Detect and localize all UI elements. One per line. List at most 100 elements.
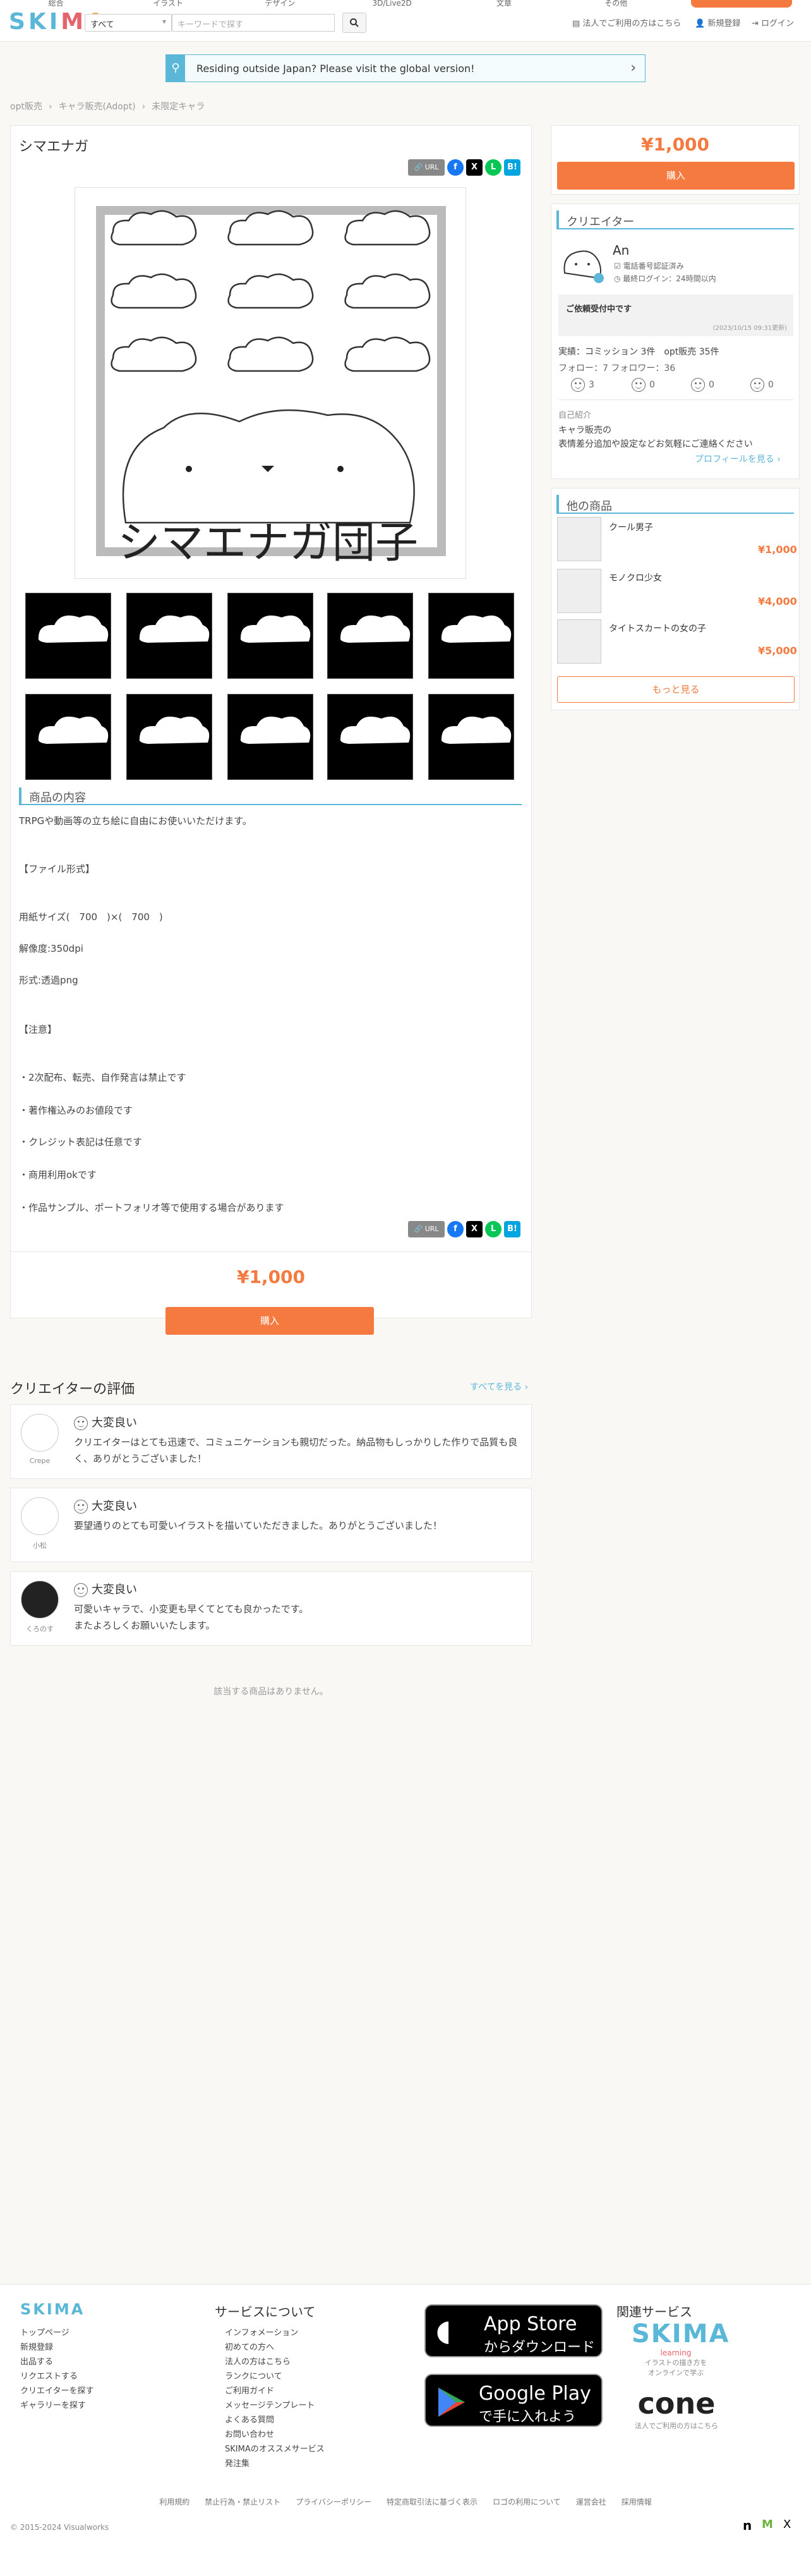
footer-link[interactable]: お問い合わせ <box>225 2427 325 2442</box>
facebook-icon[interactable]: f <box>447 159 464 176</box>
product-thumbnail[interactable] <box>557 619 601 664</box>
description-line: ・作品サンプル、ポートフォリオ等で使用する場合があります <box>19 1202 284 1213</box>
review-comment: 可愛いキャラで、小変更も早くてとても良かったです。 またよろしくお願いいたします… <box>74 1603 309 1631</box>
footer-link[interactable]: インフォメーション <box>225 2326 325 2340</box>
category-select[interactable]: すべて ▾ <box>85 14 172 32</box>
cone-link[interactable]: cone 法人でご利用の方はこちら <box>629 2386 724 2431</box>
footer-link[interactable]: ランクについて <box>225 2369 325 2384</box>
see-all-reviews-link[interactable]: すべてを見る › <box>470 1380 528 1393</box>
description-line: 解像度:350dpi <box>19 943 83 954</box>
request-status-box: ご依頼受付中です (2023/10/15 09:31更新) <box>558 295 793 336</box>
breadcrumb-item[interactable]: キャラ販売(Adopt) <box>59 102 136 112</box>
corporate-link[interactable]: ▤ 法人でご利用の方はこちら <box>572 16 681 28</box>
line-icon[interactable]: L <box>485 159 502 176</box>
app-store-badge[interactable]: ◖ App Store からダウンロード <box>424 2304 603 2357</box>
footer-link[interactable]: 法人の方はこちら <box>225 2355 325 2369</box>
footer-link[interactable]: 出品する <box>20 2355 93 2369</box>
register-link[interactable]: 👤 新規登録 <box>695 16 740 28</box>
product-thumbnail[interactable] <box>557 517 601 561</box>
product-name[interactable]: モノクロ少女 <box>609 571 662 584</box>
footer-link[interactable]: 初めての方へ <box>225 2340 325 2355</box>
footer-link[interactable]: メッセージテンプレート <box>225 2398 325 2413</box>
product-thumbnail[interactable] <box>227 694 313 780</box>
product-main-image[interactable]: シマエナガ団子 <box>75 187 466 579</box>
hatena-bookmark-icon[interactable]: B! <box>504 159 520 176</box>
nav-item[interactable]: イラスト <box>112 0 224 8</box>
post-button[interactable] <box>691 0 792 8</box>
buy-button[interactable]: 購入 <box>557 162 795 190</box>
product-price: ¥1,000 <box>758 544 797 556</box>
product-thumbnail[interactable] <box>327 593 413 679</box>
nav-item[interactable]: その他 <box>560 0 672 8</box>
footer-link[interactable]: プライバシーポリシー <box>296 2496 371 2507</box>
footer-link[interactable]: トップページ <box>20 2326 93 2340</box>
description-line: 【注意】 <box>19 1024 57 1035</box>
nav-item[interactable]: 総合 <box>0 0 112 8</box>
skima-learning-link[interactable]: SKIMA learning イラストの描き方を オンラインで学ぶ <box>632 2319 728 2378</box>
footer-link[interactable]: ご利用ガイド <box>225 2384 325 2398</box>
footer-link[interactable]: 運営会社 <box>576 2496 606 2507</box>
search-input[interactable]: キーワードで探す <box>172 14 335 32</box>
product-thumbnail[interactable] <box>327 694 413 780</box>
more-button[interactable]: もっと見る <box>557 676 795 703</box>
product-name[interactable]: タイトスカートの女の子 <box>609 622 706 635</box>
breadcrumb-item[interactable]: 未限定キャラ <box>152 102 205 112</box>
global-version-banner[interactable]: ⚲ Residing outside Japan? Please visit t… <box>165 54 646 82</box>
footer-link[interactable]: 特定商取引法に基づく表示 <box>387 2496 478 2507</box>
copy-url-button[interactable]: 🔗 URL <box>408 1221 445 1237</box>
review-comment: 要望通りのとても可愛いイラストを描いていただきました。ありがとうございました！ <box>74 1520 443 1531</box>
footer-logo[interactable]: SKIMA <box>20 2300 85 2318</box>
creator-avatar[interactable] <box>561 241 605 286</box>
footer-link[interactable]: 利用規約 <box>159 2496 189 2507</box>
product-thumbnail[interactable] <box>557 569 601 613</box>
product-thumbnail[interactable] <box>25 694 111 780</box>
facebook-icon[interactable]: f <box>447 1221 464 1237</box>
footer-links-col2: インフォメーション 初めての方へ 法人の方はこちら ランクについて ご利用ガイド… <box>225 2326 325 2471</box>
product-thumbnail[interactable] <box>428 593 514 679</box>
copy-url-button[interactable]: 🔗 URL <box>408 159 445 176</box>
footer-link[interactable]: よくある質問 <box>225 2413 325 2427</box>
profile-link[interactable]: プロフィールを見る › <box>695 453 781 465</box>
google-play-badge[interactable]: Google Play で手に入れよう <box>424 2374 603 2427</box>
footer-link[interactable]: ギャラリーを探す <box>20 2398 93 2413</box>
reviewer-avatar[interactable] <box>21 1581 59 1619</box>
product-thumbnail[interactable] <box>227 593 313 679</box>
footer-link[interactable]: ロゴの利用について <box>493 2496 561 2507</box>
reviewer-avatar[interactable] <box>21 1414 59 1452</box>
footer-link[interactable]: SKIMAのオススメサービス <box>225 2442 325 2457</box>
creator-name[interactable]: An <box>613 243 629 258</box>
product-name[interactable]: クール男子 <box>609 521 653 533</box>
nav-item[interactable]: 文章 <box>448 0 560 8</box>
reviewer-avatar[interactable] <box>21 1497 59 1535</box>
login-link[interactable]: ⇥ ログイン <box>752 16 794 28</box>
medibang-icon[interactable]: M <box>762 2518 773 2531</box>
product-thumbnail[interactable] <box>428 694 514 780</box>
nav-item[interactable]: 3D/Live2D <box>336 0 448 8</box>
nav-item[interactable]: デザイン <box>224 0 336 8</box>
reviewer-name: くろのす <box>26 1625 54 1633</box>
clock-icon: ◷ <box>614 274 623 283</box>
breadcrumb-item[interactable]: opt販売 <box>10 102 42 112</box>
product-thumbnail[interactable] <box>25 593 111 679</box>
product-thumbnail[interactable] <box>126 593 212 679</box>
footer-link[interactable]: クリエイターを探す <box>20 2384 93 2398</box>
footer-link[interactable]: 新規登録 <box>20 2340 93 2355</box>
product-thumbnail[interactable] <box>126 694 212 780</box>
reviewer-name: 小松 <box>33 1541 47 1550</box>
buy-button[interactable]: 購入 <box>165 1307 374 1335</box>
footer-link[interactable]: リクエストする <box>20 2369 93 2384</box>
x-icon[interactable]: X <box>783 2518 791 2531</box>
search-button[interactable] <box>342 13 366 33</box>
hatena-bookmark-icon[interactable]: B! <box>504 1221 520 1237</box>
x-icon[interactable]: X <box>466 1221 483 1237</box>
apple-icon: ◖ <box>436 2313 452 2347</box>
eval-normal: 0 <box>691 378 714 392</box>
follow-counts[interactable]: フォロー：7 フォロワー：36 <box>558 361 675 374</box>
footer-link[interactable]: 禁止行為・禁止リスト <box>205 2496 280 2507</box>
footer-link[interactable]: 発注集 <box>225 2457 325 2471</box>
note-icon[interactable]: n <box>743 2518 752 2533</box>
eval-great: 3 <box>571 378 594 392</box>
x-icon[interactable]: X <box>466 159 483 176</box>
footer-link[interactable]: 採用情報 <box>622 2496 652 2507</box>
line-icon[interactable]: L <box>485 1221 502 1237</box>
